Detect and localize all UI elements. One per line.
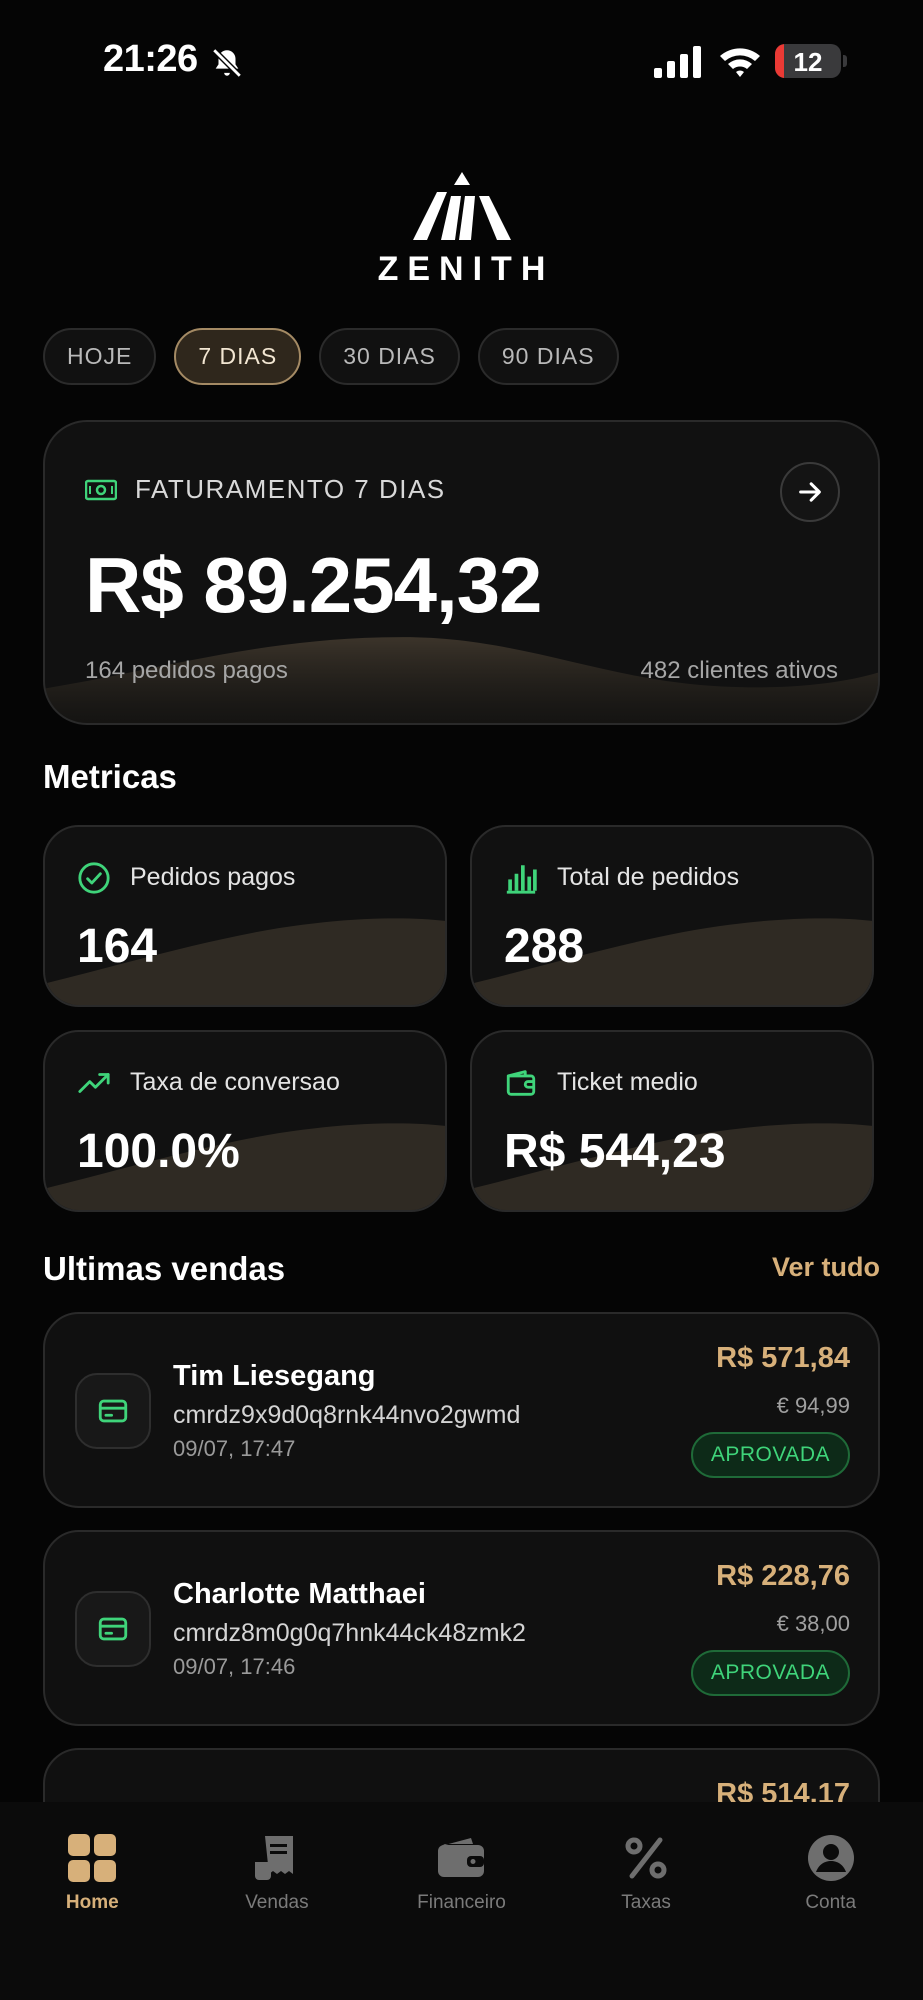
sale-order-id: cmrdz9x9d0q8rnk44nvo2gwmd	[173, 1401, 521, 1429]
sale-amount: R$ 571,84	[716, 1342, 850, 1374]
wallet-icon	[438, 1838, 485, 1877]
sale-date: 09/07, 17:46	[173, 1654, 296, 1679]
money-icon	[85, 479, 117, 501]
sale-amount-eur: € 94,99	[776, 1393, 850, 1418]
nav-item-sales[interactable]: Vendas	[185, 1802, 370, 2000]
bell-muted-icon	[212, 48, 242, 78]
card-wave-decoration	[45, 1123, 445, 1210]
receipt-icon	[254, 1836, 293, 1880]
status-badge: APROVADA	[690, 1432, 850, 1478]
bottom-navigation: Home Vendas Financeiro Taxas Conta	[0, 1802, 923, 2000]
period-chip-7-days[interactable]: 7 DIAS	[174, 328, 302, 385]
battery-level: 12	[793, 47, 823, 77]
metric-value: 164	[77, 920, 158, 973]
grid-icon	[68, 1834, 117, 1882]
status-bar: 21:26 12	[0, 0, 923, 120]
period-chip-today[interactable]: HOJE	[43, 328, 157, 385]
status-badge: APROVADA	[690, 1650, 850, 1696]
metric-card-total-orders[interactable]: Total de pedidos 288	[470, 825, 874, 1007]
card-wave-decoration	[472, 1123, 872, 1210]
metric-value: 100.0%	[77, 1125, 240, 1178]
revenue-value: R$ 89.254,32	[85, 541, 542, 629]
sale-icon-box	[75, 1373, 151, 1449]
nav-item-home[interactable]: Home	[0, 1802, 185, 2000]
period-chip-30-days[interactable]: 30 DIAS	[319, 328, 460, 385]
metric-label: Taxa de conversao	[130, 1068, 340, 1096]
sale-amount-eur: € 38,00	[776, 1611, 850, 1636]
nav-label: Conta	[805, 1892, 857, 1913]
metric-value: 288	[504, 920, 585, 973]
bar-chart-icon	[506, 865, 537, 894]
sale-amount: R$ 228,76	[716, 1560, 850, 1592]
card-wave-decoration	[472, 918, 872, 1005]
check-circle-icon	[78, 862, 110, 894]
metric-card-conversion-rate[interactable]: Taxa de conversao 100.0%	[43, 1030, 447, 1212]
sale-card[interactable]: Charlotte Matthaei cmrdz8m0g0q7hnk44ck48…	[43, 1530, 880, 1726]
orders-paid-summary: 164 pedidos pagos	[85, 657, 288, 684]
status-time: 21:26	[103, 38, 198, 80]
percent-icon	[625, 1837, 667, 1879]
card-wave-decoration	[45, 918, 445, 1005]
brand-name: ZENITH	[377, 250, 555, 288]
sale-date: 09/07, 17:47	[173, 1436, 296, 1461]
recent-sales-title: Ultimas vendas	[43, 1250, 286, 1287]
nav-label: Home	[65, 1892, 119, 1913]
nav-item-account[interactable]: Conta	[738, 1802, 923, 2000]
credit-card-icon	[98, 1399, 128, 1423]
sale-customer-name: Charlotte Matthaei	[173, 1578, 426, 1610]
sale-card[interactable]: Tim Liesegang cmrdz9x9d0q8rnk44nvo2gwmd …	[43, 1312, 880, 1508]
sale-order-id: cmrdz8m0g0q7hnk44ck48zmk2	[173, 1619, 526, 1647]
nav-item-fees[interactable]: Taxas	[554, 1802, 739, 2000]
sale-customer-name: Tim Liesegang	[173, 1360, 376, 1392]
zenith-logo-icon	[413, 172, 511, 240]
wallet-icon	[506, 1070, 536, 1096]
period-chip-90-days[interactable]: 90 DIAS	[477, 328, 619, 385]
battery-indicator: 12	[775, 44, 841, 78]
see-all-link[interactable]: Ver tudo	[772, 1252, 880, 1283]
metric-card-paid-orders[interactable]: Pedidos pagos 164	[43, 825, 447, 1007]
sale-icon-box	[75, 1591, 151, 1667]
nav-label: Vendas	[245, 1892, 309, 1913]
metric-label: Pedidos pagos	[130, 863, 296, 891]
credit-card-icon	[98, 1617, 128, 1641]
revenue-label: FATURAMENTO 7 DIAS	[135, 474, 446, 504]
dashboard-screen: 21:26 12 ZENITH HOJE 7 DIAS 30 DIAS 90 D…	[0, 0, 923, 2000]
revenue-details-button[interactable]	[780, 462, 840, 522]
account-icon	[807, 1835, 854, 1881]
metric-value: R$ 544,23	[504, 1125, 726, 1178]
period-selector: HOJE 7 DIAS 30 DIAS 90 DIAS	[43, 328, 619, 385]
metric-label: Total de pedidos	[557, 863, 740, 891]
active-clients-summary: 482 clientes ativos	[640, 657, 838, 684]
nav-label: Financeiro	[417, 1892, 506, 1913]
metric-label: Ticket medio	[557, 1068, 698, 1096]
nav-item-finance[interactable]: Financeiro	[369, 1802, 554, 2000]
arrow-right-icon	[799, 482, 821, 502]
metric-card-average-ticket[interactable]: Ticket medio R$ 544,23	[470, 1030, 874, 1212]
nav-label: Taxas	[621, 1892, 671, 1913]
cellular-signal-icon	[654, 46, 701, 78]
wifi-icon	[720, 48, 760, 77]
metrics-title: Metricas	[43, 758, 177, 795]
revenue-card[interactable]: FATURAMENTO 7 DIAS R$ 89.254,32 164 pedi…	[43, 420, 880, 725]
battery-cap	[843, 55, 847, 67]
trending-up-icon	[78, 1073, 110, 1093]
